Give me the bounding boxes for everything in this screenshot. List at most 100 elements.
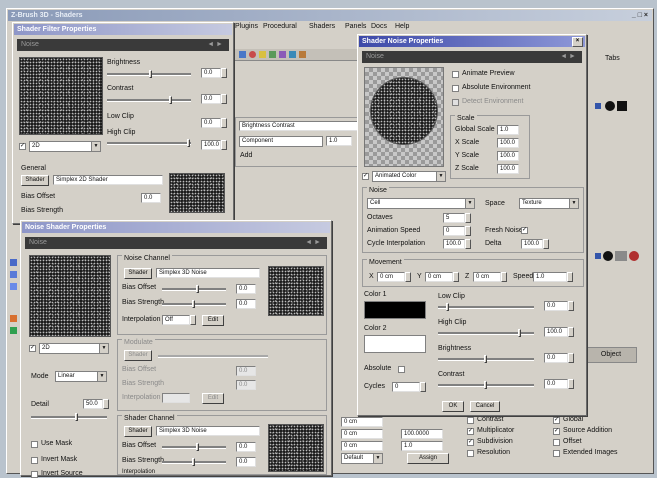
global-scale-value[interactable]: 1.0	[497, 125, 519, 135]
shader-channel-bias-offset-value[interactable]: 0.0	[236, 442, 256, 452]
high-clip-slider[interactable]	[438, 329, 534, 337]
shader-channel-shader-button[interactable]: Shader	[124, 426, 152, 437]
cycles-spinner[interactable]	[420, 382, 426, 392]
slider-knob[interactable]	[484, 355, 487, 363]
texture-icon[interactable]	[617, 101, 627, 111]
contrast-slider[interactable]	[107, 96, 191, 104]
movement-x-spinner[interactable]	[405, 272, 411, 282]
shader-channel-bias-strength-value[interactable]: 0.0	[236, 457, 256, 467]
absolute-environment-checkbox[interactable]	[452, 85, 459, 92]
z-scale-value[interactable]: 100.0	[497, 164, 519, 174]
movement-z-value[interactable]: 0 cm	[473, 272, 501, 282]
effect-search-field[interactable]: Brightness Contrast	[239, 121, 363, 131]
shader-filter-titlebar[interactable]: Shader Filter Properties	[14, 24, 232, 35]
source-addition-checkbox[interactable]: ✓	[553, 428, 560, 435]
high-clip-value[interactable]: 100.0	[544, 327, 568, 337]
color1-swatch[interactable]	[364, 301, 426, 319]
scale-field[interactable]: 100.0000	[401, 429, 443, 439]
octaves-value[interactable]: 5	[443, 213, 465, 223]
speed-value[interactable]: 1.0	[533, 272, 567, 282]
fresh-noise-checkbox[interactable]: ✓	[521, 227, 528, 234]
object-tab[interactable]: Object	[585, 347, 637, 363]
light-icon[interactable]	[259, 51, 266, 58]
x-scale-value[interactable]: 100.0	[497, 138, 519, 148]
absolute-checkbox[interactable]	[398, 366, 405, 373]
modulate-bias-strength-value[interactable]: 0.0	[236, 380, 256, 390]
multiplicator-checkbox[interactable]: ✓	[467, 428, 474, 435]
menu-item-help[interactable]: Help	[395, 23, 409, 30]
mode-select[interactable]: Default ▼	[341, 453, 383, 464]
animation-speed-value[interactable]: 0	[443, 226, 465, 236]
modulate-slider[interactable]	[158, 352, 268, 360]
preview-checkbox[interactable]: ✓	[362, 173, 369, 180]
movement-y-spinner[interactable]	[453, 272, 459, 282]
cube-icon[interactable]	[239, 51, 246, 58]
deform-icon[interactable]	[289, 51, 296, 58]
noise-channel-shader-name[interactable]: Simplex 3D Noise	[156, 268, 260, 278]
effect-value-field[interactable]: 1.0	[326, 136, 352, 146]
ok-button[interactable]: OK	[442, 401, 464, 412]
strength-field[interactable]: 1.0	[401, 441, 443, 451]
animate-preview-checkbox[interactable]	[452, 71, 459, 78]
octaves-spinner[interactable]	[465, 213, 471, 223]
tabs-label[interactable]: Tabs	[605, 55, 620, 62]
noise-shader-titlebar[interactable]: Noise Shader Properties	[22, 222, 330, 233]
spline-icon[interactable]	[279, 51, 286, 58]
brightness-spinner[interactable]	[221, 68, 227, 78]
low-clip-value[interactable]: 0.0	[201, 118, 221, 128]
contrast-spinner[interactable]	[568, 379, 574, 389]
brightness-value[interactable]: 0.0	[544, 353, 568, 363]
delta-spinner[interactable]	[543, 239, 549, 249]
high-clip-spinner[interactable]	[568, 327, 574, 337]
menu-item-panels[interactable]: Panels	[345, 23, 366, 30]
bias-offset-value-back[interactable]: 0.0	[141, 193, 161, 203]
material-icon[interactable]	[605, 101, 615, 111]
pointer-icon[interactable]	[595, 253, 601, 259]
slider-knob[interactable]	[192, 300, 195, 308]
window-controls[interactable]: _ □ ×	[632, 10, 648, 21]
assign-button[interactable]: Assign	[407, 453, 449, 464]
detail-spinner[interactable]	[103, 399, 109, 409]
modulate-edit-button[interactable]: Edit	[202, 393, 224, 404]
brightness-slider[interactable]	[438, 355, 534, 363]
resolution-checkbox[interactable]	[467, 450, 474, 457]
header-arrows-icon[interactable]: ◄ ►	[207, 39, 223, 51]
detail-slider[interactable]	[31, 413, 107, 421]
global-checkbox[interactable]: ✓	[553, 417, 560, 424]
high-clip-spinner[interactable]	[221, 140, 227, 150]
menu-item-plugins[interactable]: Plugins	[235, 23, 258, 30]
movement-y-value[interactable]: 0 cm	[425, 272, 453, 282]
brightness-slider[interactable]	[107, 70, 191, 78]
cycle-interpolation-value[interactable]: 100.0	[443, 239, 465, 249]
header-arrows-icon[interactable]: ◄ ►	[305, 237, 321, 249]
preview-checkbox[interactable]: ✓	[19, 143, 26, 150]
camera-icon[interactable]	[269, 51, 276, 58]
movement-x-value[interactable]: 0 cm	[377, 272, 405, 282]
brightness-value[interactable]: 0.0	[201, 68, 221, 78]
slider-knob[interactable]	[192, 458, 195, 466]
speed-spinner[interactable]	[567, 272, 573, 282]
slider-knob[interactable]	[446, 303, 449, 311]
sphere-icon[interactable]	[249, 51, 256, 58]
tool-paint-icon[interactable]	[10, 315, 17, 322]
movement-z-spinner[interactable]	[501, 272, 507, 282]
contrast-checkbox[interactable]	[467, 417, 474, 424]
noise-type-select[interactable]: Cell ▼	[367, 198, 475, 209]
noise-channel-bias-strength-value[interactable]: 0.0	[236, 299, 256, 309]
slider-knob[interactable]	[169, 96, 172, 104]
y-scale-value[interactable]: 100.0	[497, 151, 519, 161]
modulate-interp-value[interactable]	[162, 393, 190, 403]
low-clip-spinner[interactable]	[568, 301, 574, 311]
slider-knob[interactable]	[196, 443, 199, 451]
noise-channel-edit-button[interactable]: Edit	[202, 315, 224, 326]
detect-environment-checkbox[interactable]	[452, 99, 459, 106]
detail-value[interactable]: 50.0	[83, 399, 103, 409]
menu-item-docs[interactable]: Docs	[371, 23, 387, 30]
noise-channel-bias-offset-value[interactable]: 0.0	[236, 284, 256, 294]
noise-channel-bias-strength-slider[interactable]	[162, 300, 226, 308]
noise-channel-interp-value[interactable]: Off	[162, 315, 190, 325]
shader-button-back[interactable]: Shader	[21, 175, 49, 186]
mode-select-front[interactable]: 2D ▼	[39, 343, 109, 354]
shader-channel-bias-offset-slider[interactable]	[162, 443, 226, 451]
tool-rotate-icon[interactable]	[10, 283, 17, 290]
